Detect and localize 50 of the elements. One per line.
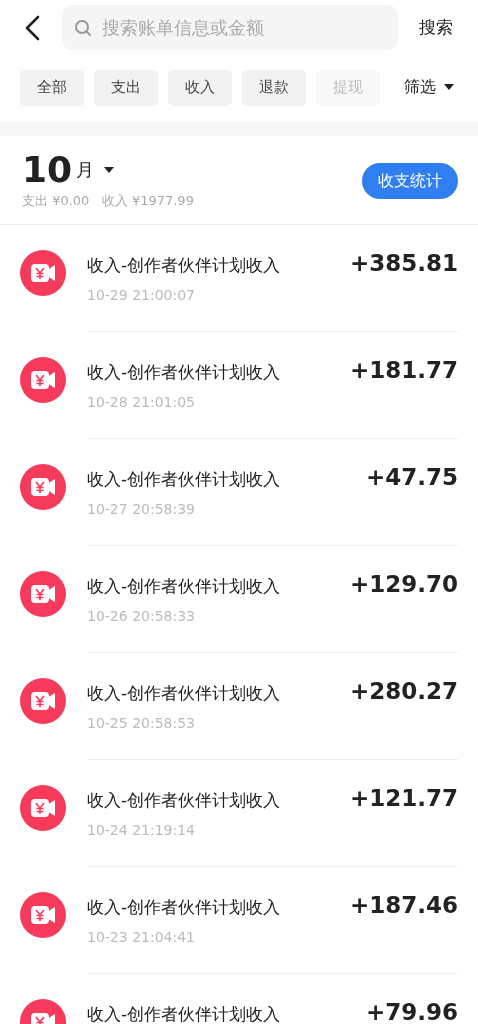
transaction-row[interactable]: 收入-创作者伙伴计划收入 +79.96 bbox=[0, 974, 478, 1024]
filter-chip[interactable]: 退款 bbox=[242, 69, 306, 106]
transaction-amount: +280.27 bbox=[349, 678, 458, 704]
transaction-row[interactable]: 收入-创作者伙伴计划收入 +121.77 10-24 21:19:14 bbox=[0, 760, 478, 867]
yen-video-icon bbox=[20, 678, 66, 724]
search-button[interactable]: 搜索 bbox=[419, 16, 453, 39]
transaction-title: 收入-创作者伙伴计划收入 bbox=[87, 789, 281, 812]
yen-video-icon bbox=[20, 892, 66, 938]
stats-button[interactable]: 收支统计 bbox=[362, 163, 458, 199]
transaction-row[interactable]: 收入-创作者伙伴计划收入 +280.27 10-25 20:58:53 bbox=[0, 653, 478, 760]
transaction-row[interactable]: 收入-创作者伙伴计划收入 +385.81 10-29 21:00:07 bbox=[0, 225, 478, 332]
transaction-amount: +47.75 bbox=[365, 464, 458, 490]
transaction-row[interactable]: 收入-创作者伙伴计划收入 +129.70 10-26 20:58:33 bbox=[0, 546, 478, 653]
transaction-time: 10-29 21:00:07 bbox=[87, 287, 196, 303]
transaction-amount: +129.70 bbox=[349, 571, 458, 597]
transaction-title: 收入-创作者伙伴计划收入 bbox=[87, 896, 281, 919]
transaction-title: 收入-创作者伙伴计划收入 bbox=[87, 361, 281, 384]
yen-video-icon bbox=[20, 571, 66, 617]
filter-chip[interactable]: 全部 bbox=[20, 69, 84, 106]
transaction-title: 收入-创作者伙伴计划收入 bbox=[87, 468, 281, 491]
filter-menu-button[interactable]: 筛选 bbox=[404, 77, 454, 98]
month-summary: 支出 ¥0.00 收入 ¥1977.99 bbox=[22, 192, 194, 210]
yen-video-icon bbox=[20, 357, 66, 403]
transaction-time: 10-24 21:19:14 bbox=[87, 822, 196, 838]
caret-icon bbox=[104, 166, 115, 174]
transaction-row[interactable]: 收入-创作者伙伴计划收入 +187.46 10-23 21:04:41 bbox=[0, 867, 478, 974]
transaction-time: 10-27 20:58:39 bbox=[87, 501, 196, 517]
transaction-amount: +187.46 bbox=[349, 892, 458, 918]
transaction-time: 10-28 21:01:05 bbox=[87, 394, 196, 410]
filter-chip[interactable]: 支出 bbox=[94, 69, 158, 106]
transaction-title: 收入-创作者伙伴计划收入 bbox=[87, 1003, 281, 1024]
filter-chip[interactable]: 收入 bbox=[168, 69, 232, 106]
yen-video-icon bbox=[20, 250, 66, 296]
transaction-amount: +121.77 bbox=[349, 785, 458, 811]
transaction-row[interactable]: 收入-创作者伙伴计划收入 +181.77 10-28 21:01:05 bbox=[0, 332, 478, 439]
back-icon[interactable] bbox=[24, 14, 40, 41]
transaction-title: 收入-创作者伙伴计划收入 bbox=[87, 254, 281, 277]
transaction-row[interactable]: 收入-创作者伙伴计划收入 +47.75 10-27 20:58:39 bbox=[0, 439, 478, 546]
transaction-time: 10-25 20:58:53 bbox=[87, 715, 196, 731]
transaction-title: 收入-创作者伙伴计划收入 bbox=[87, 575, 281, 598]
transaction-amount: +181.77 bbox=[349, 357, 458, 383]
yen-video-icon bbox=[20, 464, 66, 510]
yen-video-icon bbox=[20, 785, 66, 831]
search-field[interactable]: 搜索账单信息或金额 bbox=[62, 5, 398, 50]
transaction-time: 10-26 20:58:33 bbox=[87, 608, 196, 624]
transaction-amount: +385.81 bbox=[349, 250, 458, 276]
caret-icon bbox=[444, 84, 454, 91]
transaction-amount: +79.96 bbox=[365, 999, 458, 1024]
transaction-title: 收入-创作者伙伴计划收入 bbox=[87, 682, 281, 705]
transaction-time: 10-23 21:04:41 bbox=[87, 929, 196, 945]
